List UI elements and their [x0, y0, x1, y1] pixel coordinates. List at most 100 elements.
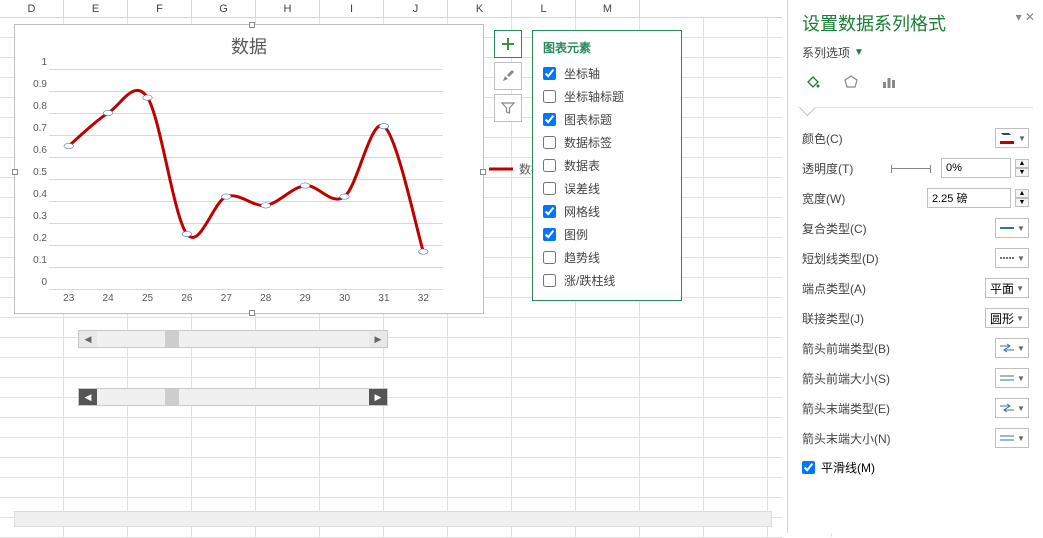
transparency-slider[interactable]: [891, 168, 931, 169]
flyout-item-label: 图表标题: [564, 111, 612, 128]
flyout-checkbox[interactable]: [543, 274, 556, 287]
arrow-begin-size-dropdown[interactable]: ▼: [995, 368, 1029, 388]
chart-plot-area[interactable]: 00.10.20.30.40.50.60.70.80.91 2324252627…: [49, 69, 443, 289]
resize-handle[interactable]: [249, 22, 255, 28]
flyout-title: 图表元素: [543, 39, 671, 56]
color-label: 颜色(C): [802, 130, 843, 147]
flyout-checkbox[interactable]: [543, 182, 556, 195]
arrow-swap-icon: [999, 343, 1015, 353]
flyout-item-label: 网格线: [564, 203, 600, 220]
smooth-line-checkbox[interactable]: [802, 461, 815, 474]
column-header[interactable]: I: [320, 0, 384, 17]
arrow-end-size-dropdown[interactable]: ▼: [995, 428, 1029, 448]
column-headers: DEFGHIJKLM: [0, 0, 782, 18]
form-scrollbar-2[interactable]: ◀ ▶: [78, 388, 388, 406]
resize-handle[interactable]: [480, 169, 486, 175]
width-spinner[interactable]: ▲▼: [1015, 189, 1029, 207]
join-label: 联接类型(J): [802, 310, 864, 327]
flyout-item[interactable]: 坐标轴标题: [543, 85, 671, 108]
scroll-track[interactable]: [97, 389, 369, 405]
flyout-checkbox[interactable]: [543, 159, 556, 172]
join-type-dropdown[interactable]: 圆形▼: [985, 308, 1029, 328]
paint-bucket-icon: [805, 74, 821, 90]
pentagon-icon: [843, 74, 859, 90]
x-axis[interactable]: 23242526272829303132: [49, 293, 443, 311]
flyout-item[interactable]: 图表标题: [543, 108, 671, 131]
cap-type-dropdown[interactable]: 平面▼: [985, 278, 1029, 298]
flyout-checkbox[interactable]: [543, 67, 556, 80]
column-header[interactable]: M: [576, 0, 640, 17]
flyout-item[interactable]: 图例: [543, 223, 671, 246]
flyout-item-label: 涨/跌柱线: [564, 272, 615, 289]
flyout-item[interactable]: 涨/跌柱线: [543, 269, 671, 292]
flyout-checkbox[interactable]: [543, 228, 556, 241]
flyout-item[interactable]: 误差线: [543, 177, 671, 200]
fill-line-tab[interactable]: [802, 71, 824, 93]
panel-divider: [798, 107, 1033, 119]
dash-line-icon: [999, 253, 1015, 263]
compound-type-dropdown[interactable]: ▼: [995, 218, 1029, 238]
flyout-item-label: 数据表: [564, 157, 600, 174]
flyout-checkbox[interactable]: [543, 113, 556, 126]
transparency-spinner[interactable]: ▲▼: [1015, 159, 1029, 177]
chart-filters-button[interactable]: [494, 94, 522, 122]
scroll-left-button[interactable]: ◀: [79, 331, 97, 347]
flyout-checkbox[interactable]: [543, 251, 556, 264]
pen-color-icon: [998, 131, 1016, 145]
effects-tab[interactable]: [840, 71, 862, 93]
arrow-begin-size-label: 箭头前端大小(S): [802, 370, 890, 387]
dash-label: 短划线类型(D): [802, 250, 879, 267]
plus-icon: [500, 36, 516, 52]
column-header[interactable]: D: [0, 0, 64, 17]
resize-handle[interactable]: [12, 169, 18, 175]
column-header[interactable]: F: [128, 0, 192, 17]
flyout-item-label: 坐标轴: [564, 65, 600, 82]
flyout-item[interactable]: 趋势线: [543, 246, 671, 269]
scroll-left-button[interactable]: ◀: [79, 389, 97, 405]
flyout-item-label: 趋势线: [564, 249, 600, 266]
width-input[interactable]: [927, 188, 1011, 208]
scroll-thumb[interactable]: [165, 331, 179, 347]
flyout-item[interactable]: 坐标轴: [543, 62, 671, 85]
column-header[interactable]: L: [512, 0, 576, 17]
flyout-item[interactable]: 数据表: [543, 154, 671, 177]
sheet-hscrollbar[interactable]: [14, 511, 772, 527]
scroll-right-button[interactable]: ▶: [369, 331, 387, 347]
arrow-end-type-dropdown[interactable]: ▼: [995, 398, 1029, 418]
flyout-item[interactable]: 网格线: [543, 200, 671, 223]
transparency-input[interactable]: [941, 158, 1011, 178]
scroll-right-button[interactable]: ▶: [369, 389, 387, 405]
compound-label: 复合类型(C): [802, 220, 867, 237]
column-header[interactable]: K: [448, 0, 512, 17]
flyout-checkbox[interactable]: [543, 136, 556, 149]
series-options-tab[interactable]: [878, 71, 900, 93]
chart-side-buttons: [494, 30, 522, 122]
resize-handle[interactable]: [249, 310, 255, 316]
color-picker-button[interactable]: ▼: [995, 128, 1029, 148]
column-header[interactable]: E: [64, 0, 128, 17]
column-header[interactable]: H: [256, 0, 320, 17]
panel-title: 设置数据系列格式: [802, 10, 1029, 36]
flyout-item[interactable]: 数据标签: [543, 131, 671, 154]
chart-line-svg[interactable]: [49, 69, 443, 289]
form-scrollbar-1[interactable]: ◀ ▶: [78, 330, 388, 348]
panel-section-dropdown[interactable]: 系列选项 ▼: [802, 44, 1029, 61]
column-header[interactable]: G: [192, 0, 256, 17]
scroll-track[interactable]: [97, 331, 369, 347]
panel-close-button[interactable]: ▾ ✕: [1016, 10, 1035, 24]
scroll-thumb[interactable]: [165, 389, 179, 405]
chart-title[interactable]: 数据: [15, 33, 483, 59]
y-axis[interactable]: 00.10.20.30.40.50.60.70.80.91: [19, 63, 47, 295]
format-panel: 设置数据系列格式 ▾ ✕ 系列选项 ▼ 颜色(C) ▼ 透明度(T) ▲▼ 宽度…: [787, 0, 1043, 533]
column-header[interactable]: J: [384, 0, 448, 17]
flyout-checkbox[interactable]: [543, 205, 556, 218]
compound-line-icon: [999, 223, 1015, 233]
chart-elements-button[interactable]: [494, 30, 522, 58]
arrow-begin-type-dropdown[interactable]: ▼: [995, 338, 1029, 358]
chart-styles-button[interactable]: [494, 62, 522, 90]
bar-chart-icon: [881, 74, 897, 90]
dash-type-dropdown[interactable]: ▼: [995, 248, 1029, 268]
flyout-checkbox[interactable]: [543, 90, 556, 103]
chart-container[interactable]: 数据 00.10.20.30.40.50.60.70.80.91 2324252…: [14, 24, 484, 314]
arrow-swap-icon: [999, 403, 1015, 413]
